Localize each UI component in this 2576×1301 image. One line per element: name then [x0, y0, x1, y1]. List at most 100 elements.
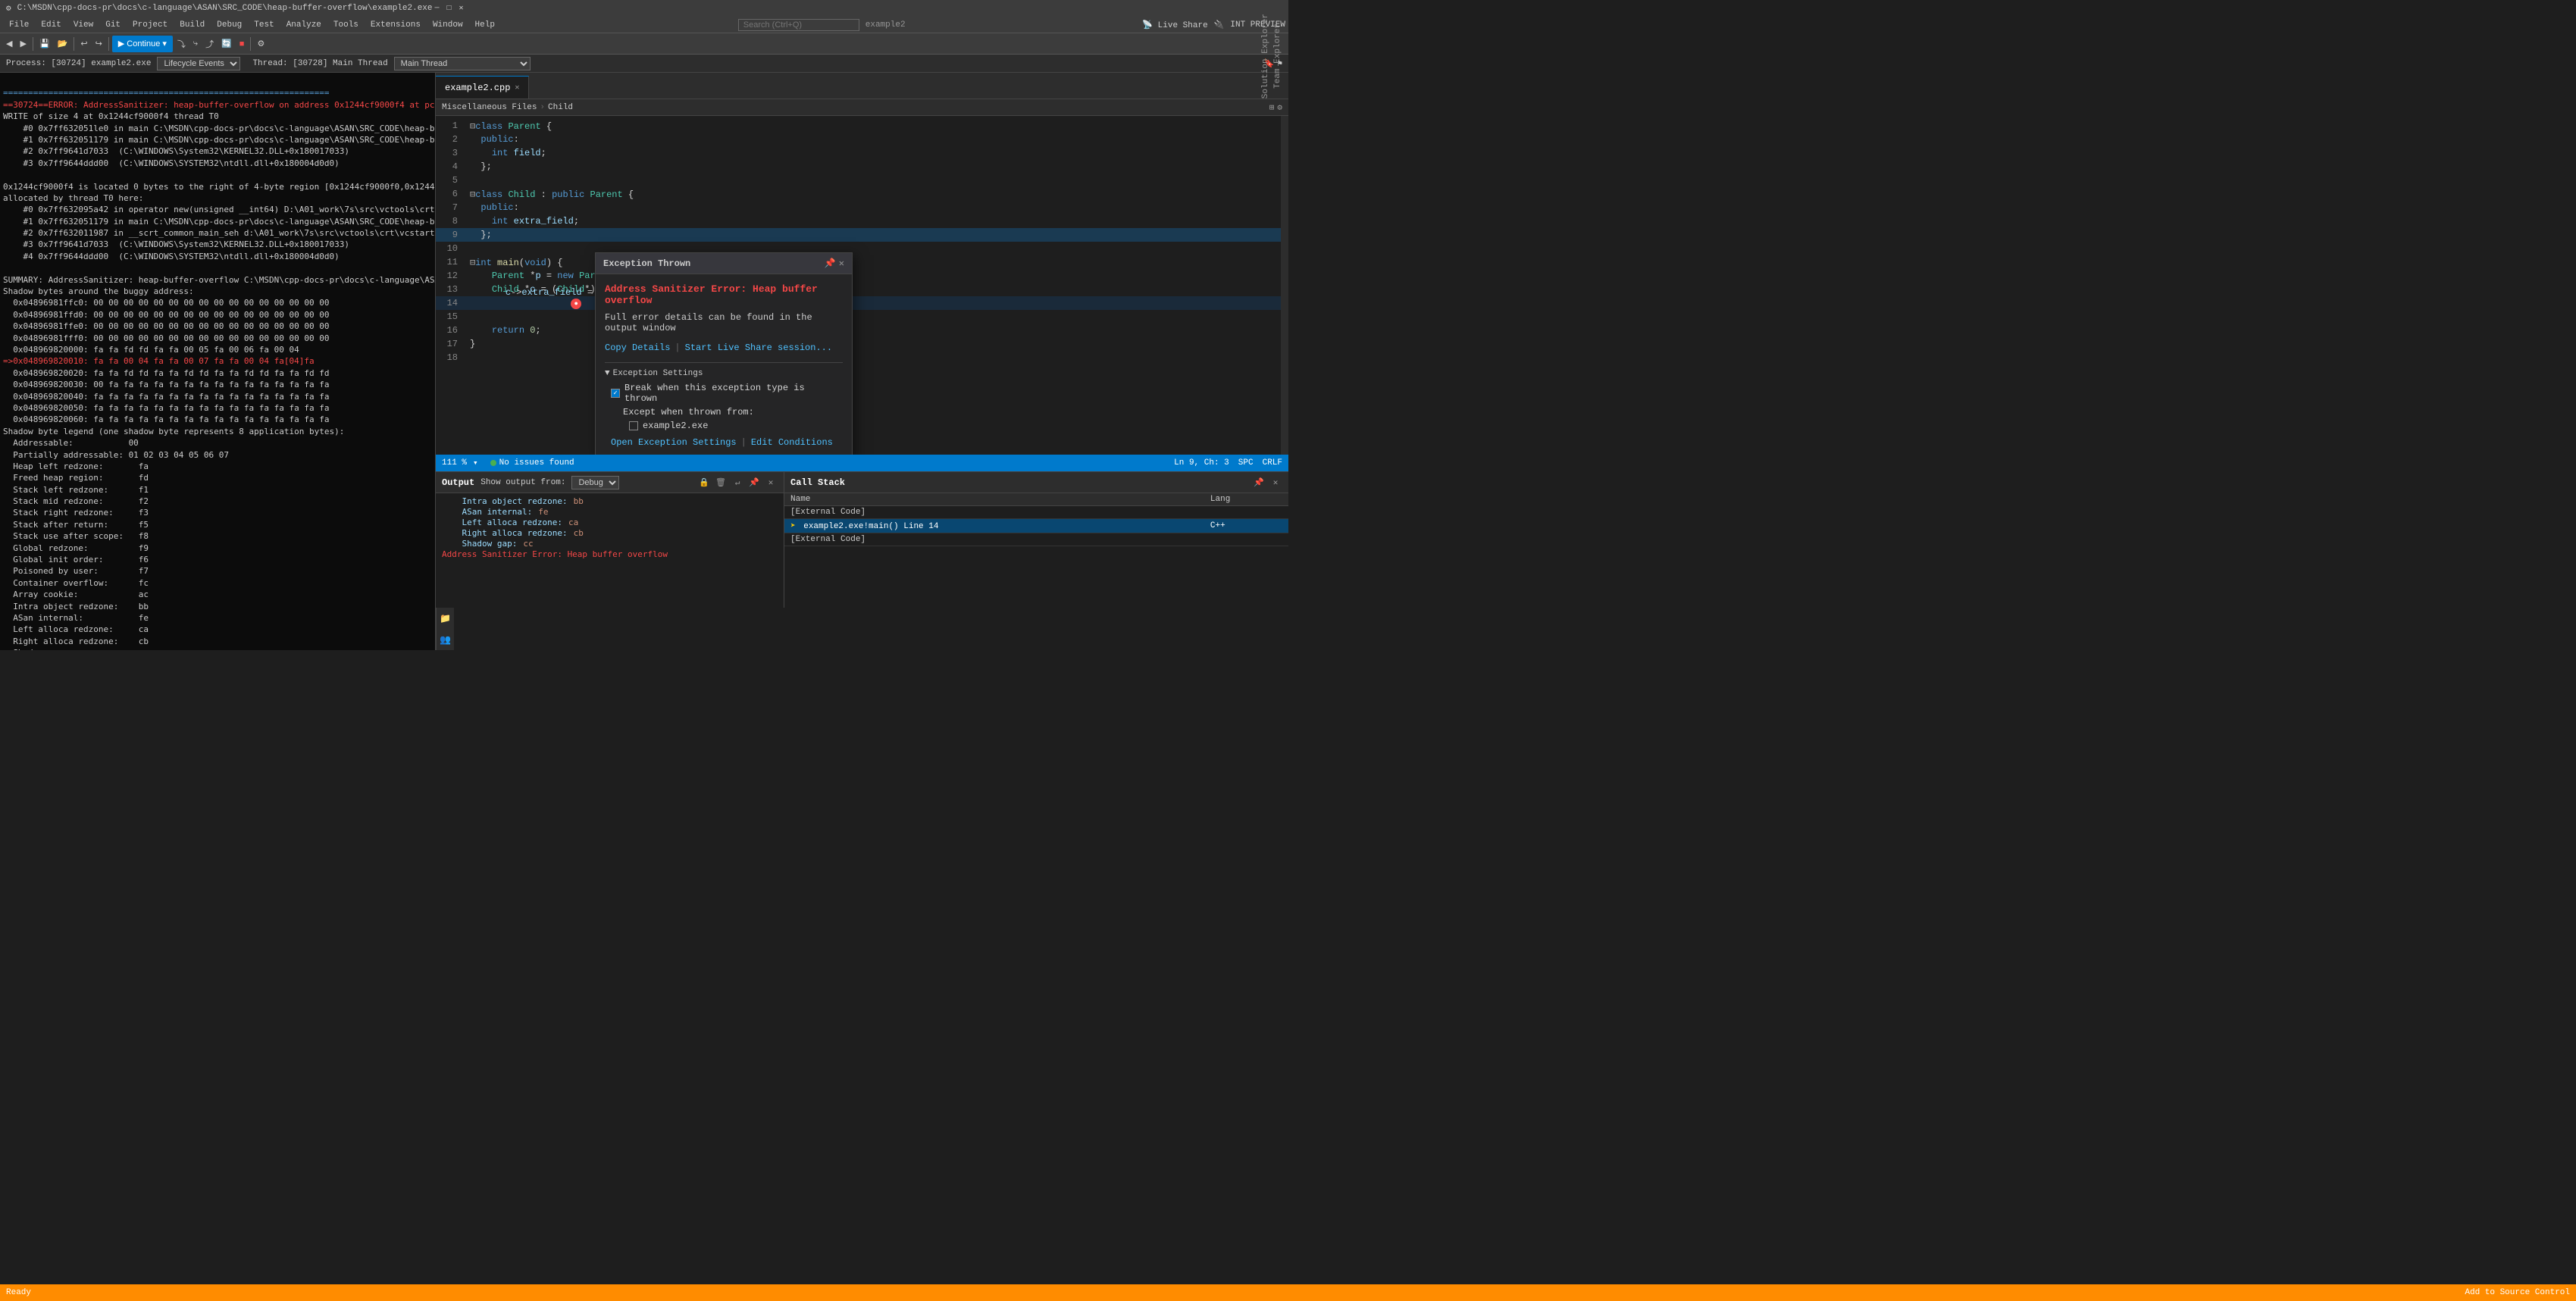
status-bar-right: Add to Source Control	[2465, 1288, 2570, 1297]
continue-button[interactable]: ▶ Continue ▾	[112, 36, 173, 52]
sidebar-solution-icon[interactable]: 📁	[438, 611, 453, 626]
exe-checkbox[interactable]	[629, 421, 638, 430]
code-line-4: 4 };	[436, 160, 1281, 174]
save-button[interactable]: 💾	[36, 36, 53, 52]
editor-panel: example2.cpp ✕ Solution Explorer Team Ex…	[436, 73, 1288, 650]
team-explorer-label: Team Explorer	[1273, 23, 1282, 89]
redo-button[interactable]: ↪	[92, 36, 105, 52]
minimize-button[interactable]: ─	[433, 4, 442, 13]
callstack-row-2[interactable]: [External Code]	[784, 533, 1288, 546]
output-scroll-lock[interactable]: 🔒	[697, 476, 711, 489]
close-button[interactable]: ✕	[457, 4, 466, 13]
undo-button[interactable]: ↩	[77, 36, 90, 52]
callstack-pin[interactable]: 📌	[1252, 476, 1266, 489]
callstack-cell-name-2: [External Code]	[784, 533, 1204, 546]
menu-debug[interactable]: Debug	[211, 19, 248, 31]
menu-build[interactable]: Build	[174, 19, 211, 31]
menu-test[interactable]: Test	[248, 19, 280, 31]
output-close[interactable]: ✕	[764, 476, 778, 489]
exception-message: Full error details can be found in the o…	[605, 312, 843, 333]
toolbar-sep-4	[250, 37, 251, 51]
forward-button[interactable]: ▶	[17, 36, 29, 52]
code-line-8: 8 int extra_field;	[436, 214, 1281, 228]
menu-tools[interactable]: Tools	[327, 19, 365, 31]
code-editor[interactable]: 1 ⊟class Parent { 2 public: 3 int field;	[436, 116, 1288, 455]
live-share-button[interactable]: 📡 Live Share	[1142, 20, 1207, 30]
open-button[interactable]: 📂	[55, 36, 71, 52]
menu-project[interactable]: Project	[127, 19, 174, 31]
step-out-button[interactable]: ⤴	[202, 36, 217, 52]
error-indicator: ●	[571, 299, 581, 309]
menu-edit[interactable]: Edit	[35, 19, 67, 31]
settings-button[interactable]: ⚙	[254, 36, 268, 52]
menu-help[interactable]: Help	[469, 19, 501, 31]
thread-dropdown[interactable]: Main Thread	[394, 57, 531, 70]
menu-view[interactable]: View	[67, 19, 99, 31]
copy-details-link[interactable]: Copy Details	[605, 342, 670, 353]
breadcrumb-sep: ›	[540, 103, 545, 112]
settings-title: ▼ Exception Settings	[605, 369, 843, 378]
callstack-row-1[interactable]: ➤ example2.exe!main() Line 14 C++	[784, 519, 1288, 533]
restart-button[interactable]: 🔄	[218, 36, 235, 52]
breadcrumb-file[interactable]: Child	[548, 103, 573, 112]
editor-scrollbar[interactable]	[1281, 116, 1288, 455]
code-line-12: 12 Parent *p = new Parent;	[436, 269, 1281, 283]
title-bar: ⚙ C:\MSDN\cpp-docs-pr\docs\c-language\AS…	[0, 0, 1288, 17]
menu-analyze[interactable]: Analyze	[280, 19, 327, 31]
menu-git[interactable]: Git	[99, 19, 127, 31]
open-exception-settings-link[interactable]: Open Exception Settings	[611, 437, 737, 448]
crlf-label: CRLF	[1263, 458, 1282, 468]
lifecycle-dropdown[interactable]: Lifecycle Events	[157, 57, 240, 70]
zoom-level[interactable]: 111 %	[442, 458, 467, 468]
active-frame-icon: ➤	[790, 522, 796, 531]
step-over-button[interactable]: ⤵	[174, 36, 189, 52]
callstack-row-0[interactable]: [External Code]	[784, 506, 1288, 519]
output-clear[interactable]: 🗑	[714, 476, 728, 489]
search-input[interactable]	[738, 19, 859, 31]
split-button[interactable]: ⊞	[1269, 102, 1275, 113]
ln-col: Ln 9, Ch: 3	[1174, 458, 1229, 468]
terminal-panel: ========================================…	[0, 73, 436, 650]
output-source-dropdown[interactable]: Debug	[571, 476, 619, 489]
tab-example2-cpp[interactable]: example2.cpp ✕	[436, 76, 529, 99]
step-into-button[interactable]: ⤷	[190, 36, 201, 52]
back-button[interactable]: ◀	[3, 36, 15, 52]
close-exception-button[interactable]: ✕	[839, 258, 844, 269]
output-title: Output	[442, 477, 474, 488]
output-word-wrap[interactable]: ↵	[731, 476, 744, 489]
callstack-close[interactable]: ✕	[1269, 476, 1282, 489]
break-when-checkbox[interactable]: ✓	[611, 389, 620, 398]
menu-extensions[interactable]: Extensions	[365, 19, 427, 31]
title-text: C:\MSDN\cpp-docs-pr\docs\c-language\ASAN…	[17, 4, 433, 13]
pin-button[interactable]: 📌	[825, 258, 836, 269]
no-issues-label: No issues found	[499, 458, 574, 468]
add-source-control[interactable]: Add to Source Control	[2465, 1288, 2570, 1297]
output-row-1: Intra object redzone: bb	[442, 496, 778, 506]
breadcrumb-folder[interactable]: Miscellaneous Files	[442, 103, 537, 112]
edit-conditions-link[interactable]: Edit Conditions	[751, 437, 833, 448]
exception-title: Exception Thrown	[603, 258, 690, 269]
ready-label: Ready	[6, 1288, 31, 1297]
sidebar-team-icon[interactable]: 👥	[438, 632, 453, 647]
stop-button[interactable]: ■	[236, 36, 248, 52]
ext-button[interactable]: 🔌	[1214, 20, 1225, 30]
menu-window[interactable]: Window	[427, 19, 469, 31]
exception-body: Address Sanitizer Error: Heap buffer ove…	[596, 274, 852, 455]
output-panel-icons: 🔒 🗑 ↵ 📌 ✕	[697, 476, 778, 489]
main-layout: ========================================…	[0, 73, 1288, 650]
menu-file[interactable]: File	[3, 19, 35, 31]
callstack-header: Call Stack 📌 ✕	[784, 472, 1288, 493]
tab-close-button[interactable]: ✕	[515, 83, 519, 92]
menu-bar: File Edit View Git Project Build Debug T…	[0, 17, 1288, 33]
bottom-links-sep: |	[741, 437, 747, 448]
maximize-button[interactable]: □	[445, 4, 454, 13]
live-share-link[interactable]: Start Live Share session...	[685, 342, 832, 353]
output-pin[interactable]: 📌	[747, 476, 761, 489]
callstack-title: Call Stack	[790, 477, 845, 488]
tab-bar: example2.cpp ✕ Solution Explorer Team Ex…	[436, 73, 1288, 99]
break-when-item: ✓ Break when this exception type is thro…	[605, 383, 843, 404]
output-header: Output Show output from: Debug 🔒 🗑 ↵ 📌 ✕	[436, 472, 784, 493]
code-line-9: 9 };	[436, 228, 1281, 242]
gear-icon[interactable]: ⚙	[1277, 102, 1282, 113]
code-line-2: 2 public:	[436, 133, 1281, 146]
